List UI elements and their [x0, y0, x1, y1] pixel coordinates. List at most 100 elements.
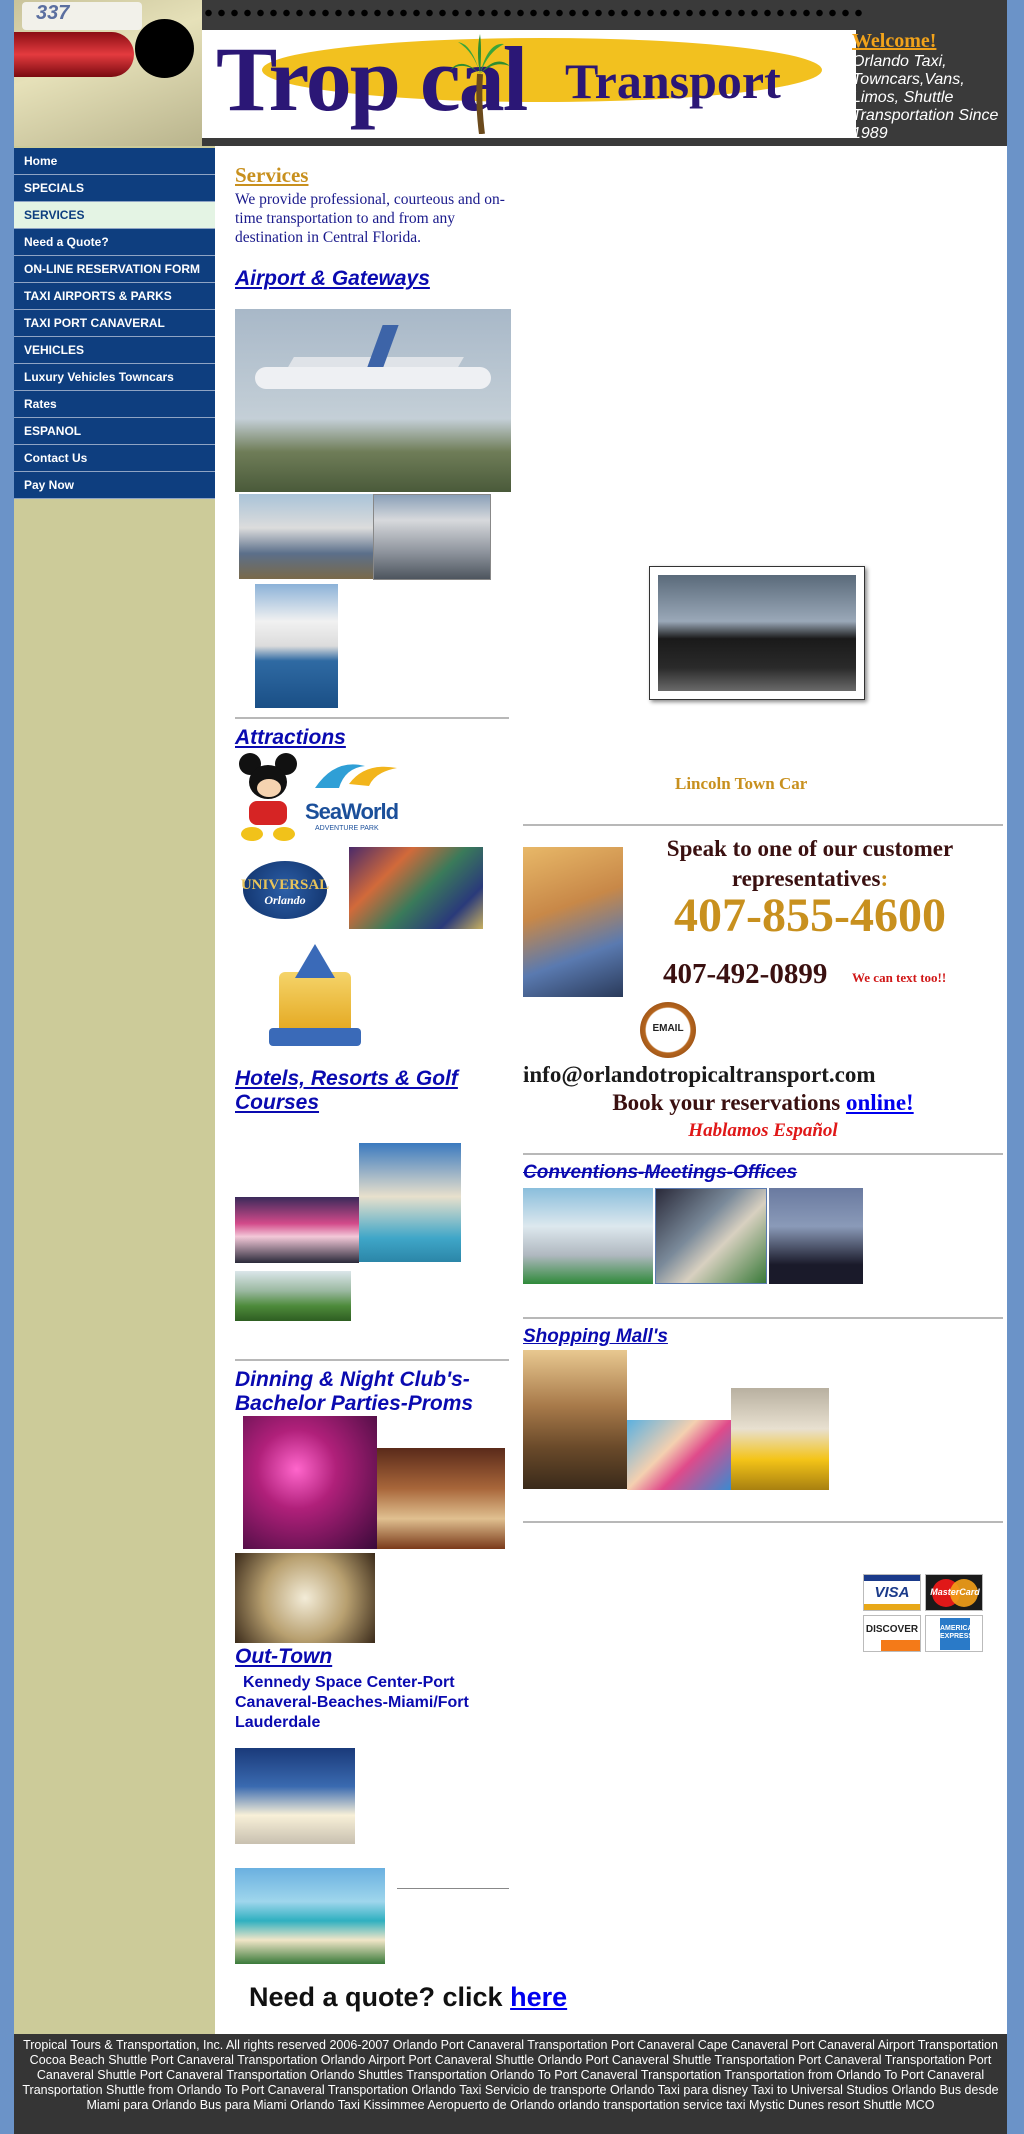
- nav-luxury-vehicles[interactable]: Luxury Vehicles Towncars: [14, 364, 215, 391]
- palm-tree-icon: [450, 34, 510, 134]
- book-online-link[interactable]: online!: [846, 1090, 914, 1115]
- customer-service-agent-photo: [523, 847, 623, 997]
- lincoln-town-car-photo: [649, 566, 865, 700]
- presenter-photo: [769, 1188, 863, 1284]
- logo[interactable]: Trop cal Transport: [202, 30, 856, 138]
- divider: [235, 717, 509, 719]
- nav-quote[interactable]: Need a Quote?: [14, 229, 215, 256]
- seaworld-text: SeaWorld: [305, 799, 399, 824]
- american-express-icon: AMERICAN EXPRESS: [925, 1615, 983, 1652]
- nav-taxi-airports[interactable]: TAXI AIRPORTS & PARKS: [14, 283, 215, 310]
- email-address[interactable]: info@orlandotropicaltransport.com: [523, 1062, 876, 1088]
- hablamos-text: Hablamos Español: [688, 1120, 838, 1141]
- seaworld-subtext: ADVENTURE PARK: [315, 825, 379, 832]
- divider: [397, 1888, 509, 1889]
- golf-course-photo: [235, 1271, 351, 1321]
- nav-reservation-form[interactable]: ON-LINE RESERVATION FORM: [14, 256, 215, 283]
- divider: [523, 1521, 1003, 1523]
- rocket-launch-photo: [235, 1748, 355, 1844]
- shopping-mall-photo: [523, 1350, 627, 1489]
- tail-light: [14, 32, 134, 77]
- car-caption: Lincoln Town Car: [675, 774, 808, 793]
- meeting-photo: [655, 1188, 767, 1284]
- quote-text: Need a quote? click: [249, 1982, 503, 2012]
- welcome-text: Orlando Taxi, Towncars,Vans, Limos, Shut…: [852, 53, 999, 142]
- nav-contact[interactable]: Contact Us: [14, 445, 215, 472]
- speak-text: Speak to one of our customer representat…: [640, 834, 980, 894]
- discover-card-icon: DISCOVER: [863, 1615, 921, 1652]
- universal-subtext: Orlando: [264, 893, 306, 907]
- email-icon[interactable]: EMAIL: [640, 1002, 696, 1058]
- train-photo: [239, 494, 373, 579]
- visa-card-icon: VISA: [863, 1574, 921, 1611]
- amex-text: AMERICAN EXPRESS: [940, 1618, 978, 1650]
- text-note: We can text too!!: [852, 970, 947, 985]
- nav-pay-now[interactable]: Pay Now: [14, 472, 215, 499]
- welcome-title: Welcome!: [852, 30, 937, 52]
- airport-heading[interactable]: Airport & Gateways: [235, 267, 430, 291]
- convention-center-photo: [523, 1188, 653, 1284]
- dining-heading[interactable]: Dinning & Night Club's-Bachelor Parties-…: [235, 1368, 509, 1416]
- mastercard-text: MasterCard: [930, 1587, 980, 1597]
- hotels-heading[interactable]: Hotels, Resorts & Golf Courses: [235, 1067, 505, 1115]
- outtown-heading[interactable]: Out-Town: [235, 1645, 332, 1669]
- airplane-photo: [235, 309, 511, 492]
- nav-services[interactable]: SERVICES: [14, 202, 215, 229]
- footer: Tropical Tours & Transportation, Inc. Al…: [14, 2034, 1007, 2134]
- disney-world-castle-logo: [265, 936, 365, 1052]
- quote-here-link[interactable]: here: [510, 1982, 567, 2012]
- nav-specials[interactable]: SPECIALS: [14, 175, 215, 202]
- shoppers-photo: [627, 1420, 731, 1490]
- universal-logo: UNIVERSAL Orlando: [235, 859, 335, 921]
- phone-alt[interactable]: 407-492-0899: [663, 958, 827, 991]
- shopper-yellow-car-photo: [731, 1388, 829, 1490]
- wave-icon: [315, 764, 397, 788]
- conventions-heading[interactable]: Conventions-Meetings-Offices: [523, 1162, 797, 1184]
- discover-text: DISCOVER: [865, 1624, 919, 1635]
- attractions-heading[interactable]: Attractions: [235, 726, 346, 750]
- nav-taxi-port-canaveral[interactable]: TAXI PORT CANAVERAL: [14, 310, 215, 337]
- mickey-mouse-image: [235, 751, 303, 845]
- nav-rates[interactable]: Rates: [14, 391, 215, 418]
- main-content: Services We provide professional, courte…: [215, 146, 1007, 2034]
- book-text-label: Book your reservations: [612, 1090, 841, 1115]
- services-title: Services: [235, 163, 309, 187]
- theme-park-collage: [349, 847, 483, 929]
- nightclub-photo: [243, 1416, 377, 1549]
- welcome-box: Welcome! Orlando Taxi, Towncars,Vans, Li…: [852, 30, 1012, 143]
- services-text: We provide professional, courteous and o…: [235, 191, 505, 246]
- logo-transport: Transport: [565, 53, 781, 109]
- site-header: 337 Trop cal Transport Welcome! Orlando …: [14, 0, 1007, 146]
- dining-photo: [377, 1448, 505, 1549]
- universal-text: UNIVERSAL: [240, 877, 330, 893]
- quote-line: Need a quote? click here: [249, 1982, 567, 2013]
- black-circle: [135, 19, 194, 78]
- taxi-number: 337: [22, 2, 142, 30]
- divider: [523, 1153, 1003, 1155]
- mastercard-icon: MasterCard: [925, 1574, 983, 1611]
- bus-photo: [373, 494, 491, 580]
- email-badge-text: EMAIL: [652, 1023, 684, 1034]
- phone-main[interactable]: 407-855-4600: [640, 888, 980, 943]
- resort-night-photo: [235, 1197, 359, 1263]
- outtown-text: Kennedy Space Center-Port Canaveral-Beac…: [235, 1674, 469, 1731]
- divider: [235, 1359, 509, 1361]
- shopping-heading[interactable]: Shopping Mall's: [523, 1326, 668, 1348]
- dot-border: [202, 6, 862, 20]
- footer-text: Tropical Tours & Transportation, Inc. Al…: [22, 2038, 999, 2112]
- banquet-hall-photo: [235, 1553, 375, 1643]
- cruise-ship-photo: [255, 584, 338, 708]
- taxi-photo: 337: [14, 0, 202, 146]
- seaworld-logo: SeaWorld ADVENTURE PARK: [305, 758, 405, 838]
- main-nav: Home SPECIALS SERVICES Need a Quote? ON-…: [14, 146, 215, 499]
- nav-vehicles[interactable]: VEHICLES: [14, 337, 215, 364]
- nav-home[interactable]: Home: [14, 148, 215, 175]
- sidebar: Home SPECIALS SERVICES Need a Quote? ON-…: [14, 146, 215, 2034]
- nav-espanol[interactable]: ESPANOL: [14, 418, 215, 445]
- speak-text-label: Speak to one of our customer representat…: [666, 836, 954, 891]
- visa-text: VISA: [874, 1584, 910, 1601]
- divider: [523, 1317, 1003, 1319]
- divider: [523, 824, 1003, 826]
- hotel-pool-photo: [359, 1143, 461, 1262]
- beach-photo: [235, 1868, 385, 1964]
